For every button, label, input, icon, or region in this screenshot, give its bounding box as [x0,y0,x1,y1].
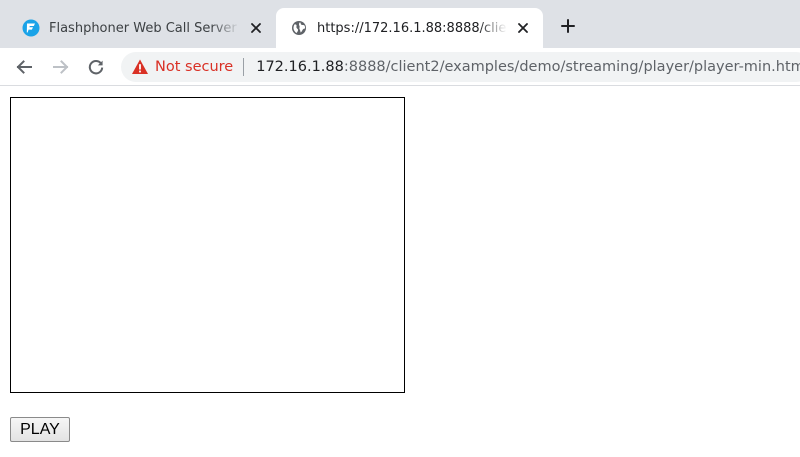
forward-button[interactable] [48,54,74,80]
plus-icon [561,19,575,33]
tab-player-min[interactable]: https://172.16.1.88:8888/client2/example… [276,8,543,48]
reload-button[interactable] [83,54,109,80]
browser-toolbar: Not secure 172.16.1.88:8888/client2/exam… [0,48,800,86]
new-tab-button[interactable] [556,14,580,38]
tab-title: Flashphoner Web Call Server [49,20,237,36]
close-icon[interactable] [513,18,533,38]
warning-triangle-icon[interactable] [131,58,149,76]
play-button[interactable]: PLAY [10,417,70,442]
forward-arrow-icon [53,60,69,74]
security-status[interactable]: Not secure [155,59,233,75]
flashphoner-logo-icon [22,19,40,37]
close-icon[interactable] [246,18,266,38]
url-host: 172.16.1.88 [256,59,344,75]
url-path: :8888/client2/examples/demo/streaming/pl… [343,59,800,75]
tab-title: https://172.16.1.88:8888/client2/example… [317,20,507,36]
tab-flashphoner[interactable]: Flashphoner Web Call Server [8,8,276,48]
video-player-display[interactable] [10,97,405,393]
globe-icon [290,19,308,37]
back-button[interactable] [11,54,37,80]
address-bar[interactable]: Not secure 172.16.1.88:8888/client2/exam… [121,52,800,82]
tab-strip: Flashphoner Web Call Server https://172.… [0,0,800,48]
omnibox-divider [243,58,245,76]
reload-icon [88,60,104,75]
back-arrow-icon [16,60,32,74]
